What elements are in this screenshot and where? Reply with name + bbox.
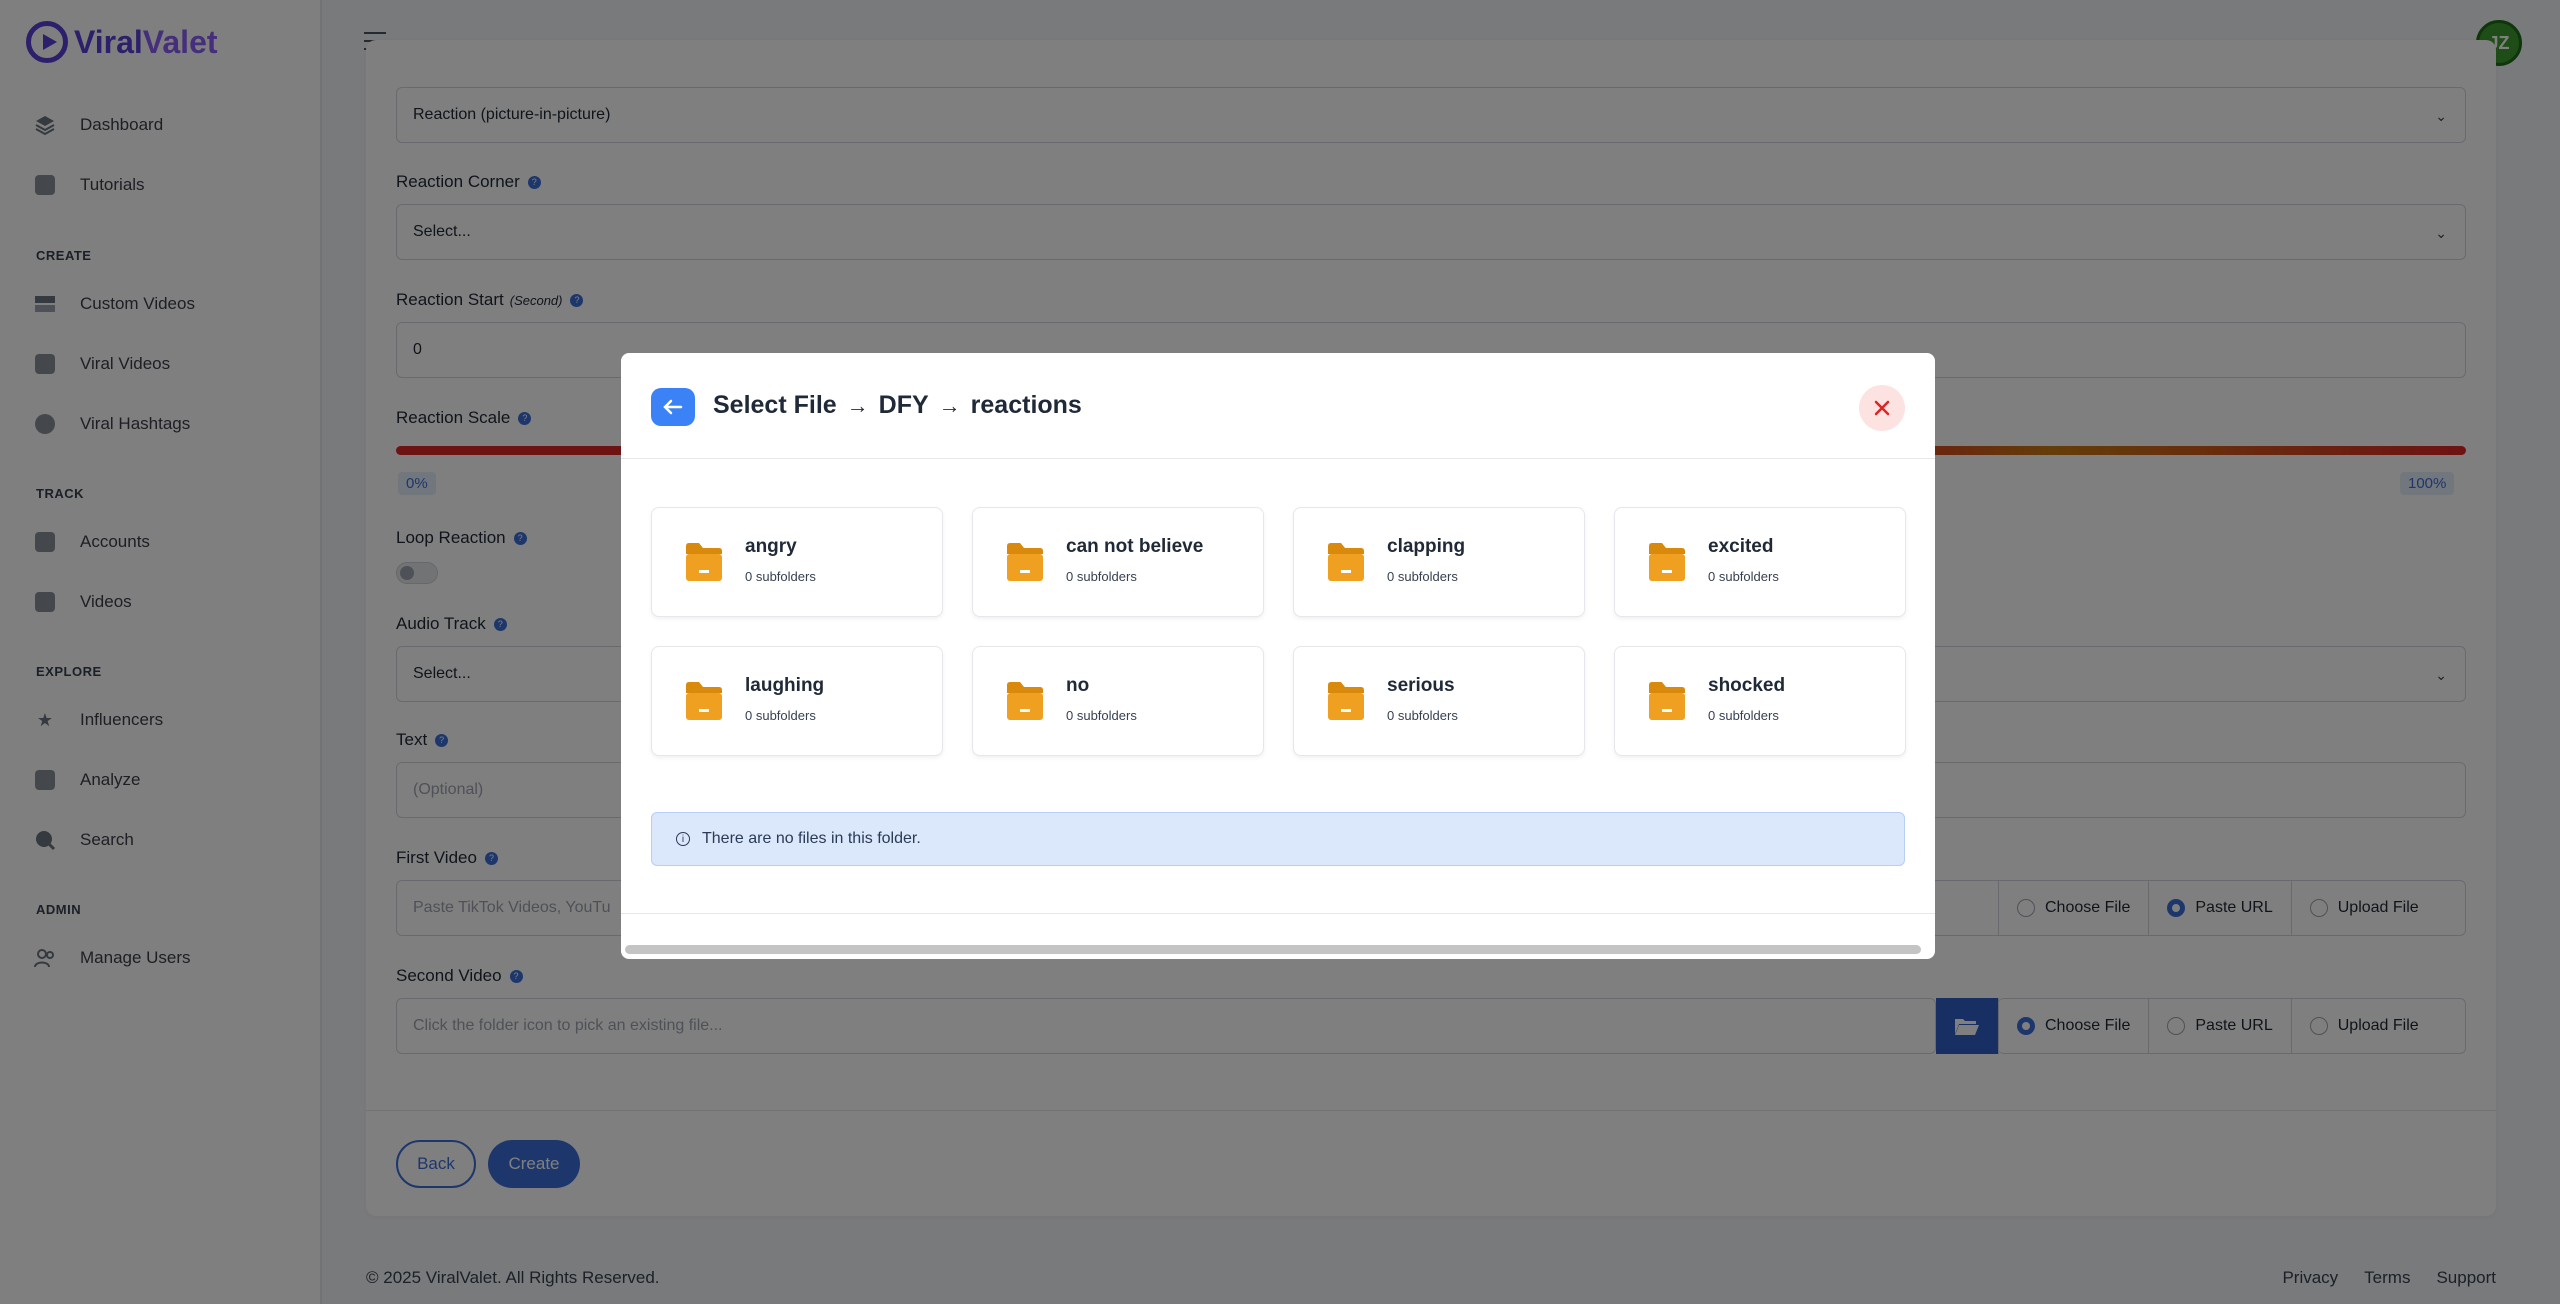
folder-tile[interactable]: can not believe 0 subfolders <box>972 507 1264 617</box>
close-icon <box>1874 400 1890 416</box>
folder-icon <box>1007 682 1043 720</box>
close-button[interactable] <box>1859 385 1905 431</box>
folder-icon <box>1649 682 1685 720</box>
breadcrumb-reactions: reactions <box>970 391 1082 419</box>
folder-icon <box>1649 543 1685 581</box>
folder-tile[interactable]: shocked 0 subfolders <box>1614 646 1906 756</box>
folder-icon <box>1328 543 1364 581</box>
folder-tile[interactable]: no 0 subfolders <box>972 646 1264 756</box>
folder-subfolder-count: 0 subfolders <box>745 569 816 584</box>
folder-name: shocked <box>1708 675 1786 696</box>
folder-icon <box>686 682 722 720</box>
file-picker-modal: Select File → DFY → reactions angry 0 sub… <box>621 353 1935 959</box>
folder-name: no <box>1066 675 1090 696</box>
modal-title: Select File → DFY → reactions <box>713 391 1082 420</box>
folder-subfolder-count: 0 subfolders <box>1708 708 1779 723</box>
folder-name: laughing <box>745 675 825 696</box>
arrow-right-icon: → <box>938 392 961 418</box>
info-icon: i <box>676 832 690 846</box>
folder-tile[interactable]: excited 0 subfolders <box>1614 507 1906 617</box>
folder-icon <box>686 543 722 581</box>
folder-tile[interactable]: serious 0 subfolders <box>1293 646 1585 756</box>
modal-back-button[interactable] <box>651 388 695 426</box>
modal-header: Select File → DFY → reactions <box>621 353 1935 459</box>
folder-name: serious <box>1387 675 1455 696</box>
arrow-left-icon <box>663 399 683 415</box>
folder-subfolder-count: 0 subfolders <box>1387 708 1458 723</box>
folder-tile[interactable]: angry 0 subfolders <box>651 507 943 617</box>
breadcrumb-root: Select File <box>713 391 837 419</box>
folder-tile[interactable]: clapping 0 subfolders <box>1293 507 1585 617</box>
folder-subfolder-count: 0 subfolders <box>1708 569 1779 584</box>
folder-icon <box>1007 543 1043 581</box>
folder-name: excited <box>1708 536 1774 557</box>
folder-name: clapping <box>1387 536 1466 557</box>
folder-icon <box>1328 682 1364 720</box>
folder-subfolder-count: 0 subfolders <box>1066 708 1137 723</box>
horizontal-scrollbar[interactable] <box>625 945 1921 954</box>
folder-name: angry <box>745 536 797 557</box>
folder-subfolder-count: 0 subfolders <box>745 708 816 723</box>
breadcrumb-dfy[interactable]: DFY <box>879 391 929 420</box>
folder-tile[interactable]: laughing 0 subfolders <box>651 646 943 756</box>
arrow-right-icon: → <box>846 392 869 418</box>
empty-folder-alert: i There are no files in this folder. <box>651 812 1905 866</box>
folder-subfolder-count: 0 subfolders <box>1066 569 1137 584</box>
folder-subfolder-count: 0 subfolders <box>1387 569 1458 584</box>
folder-name: can not believe <box>1066 536 1204 557</box>
